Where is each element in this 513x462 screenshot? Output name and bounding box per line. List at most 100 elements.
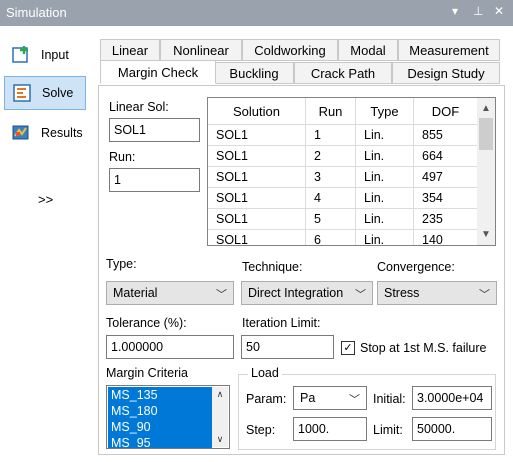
- convergence-label: Convergence:: [377, 260, 455, 274]
- cell-run: 3: [306, 167, 356, 188]
- load-group-title: Load: [248, 366, 282, 380]
- cell-dof: 497: [414, 167, 478, 188]
- column-header-dof[interactable]: DOF: [414, 98, 478, 125]
- solve-icon: [12, 83, 34, 103]
- linear-sol-label: Linear Sol:: [109, 100, 169, 114]
- type-select-value: Material: [113, 286, 158, 300]
- sidebar-item-results[interactable]: Results: [4, 116, 86, 150]
- window-title: Simulation: [6, 5, 67, 20]
- stop-at-failure-checkbox[interactable]: ✓: [341, 341, 355, 355]
- iteration-limit-field[interactable]: 50: [241, 335, 334, 359]
- chevron-down-icon: ﹀: [216, 289, 227, 301]
- list-item[interactable]: MS_135: [108, 387, 212, 403]
- convergence-select[interactable]: Stress ﹀: [377, 281, 497, 305]
- solution-grid[interactable]: Solution Run Type DOF SOL1 1 Lin. 855 SO…: [207, 97, 496, 246]
- tab-modal[interactable]: Modal: [338, 39, 398, 61]
- grid-header: Solution Run Type DOF: [208, 98, 478, 125]
- cell-type: Lin.: [356, 167, 414, 188]
- chevron-down-icon: ﹀: [349, 394, 360, 406]
- column-header-run[interactable]: Run: [306, 98, 356, 125]
- cell-type: Lin.: [356, 188, 414, 209]
- tab-nonlinear[interactable]: Nonlinear: [160, 39, 242, 61]
- scroll-down-icon[interactable]: ▼: [477, 226, 495, 243]
- tab-buckling[interactable]: Buckling: [214, 62, 294, 84]
- sidebar-item-label: Solve: [42, 86, 74, 100]
- run-field[interactable]: 1: [109, 168, 200, 192]
- initial-field[interactable]: 3.0000e+04: [412, 386, 492, 410]
- step-field[interactable]: 1000.: [293, 417, 367, 441]
- cell-run: 5: [306, 209, 356, 230]
- input-icon: [11, 45, 33, 65]
- scroll-up-icon[interactable]: ▲: [477, 100, 495, 117]
- cell-run: 4: [306, 188, 356, 209]
- cell-dof: 855: [414, 125, 478, 146]
- close-icon[interactable]: ✕: [494, 4, 504, 18]
- sidebar-item-label: Input: [41, 48, 69, 62]
- cell-solution: SOL1: [208, 209, 306, 230]
- cell-solution: SOL1: [208, 125, 306, 146]
- tolerance-label: Tolerance (%):: [106, 316, 187, 330]
- table-row[interactable]: SOL1 4 Lin. 354: [208, 188, 478, 209]
- grid-scrollbar[interactable]: ▲ ▼: [477, 98, 495, 245]
- margin-criteria-label: Margin Criteria: [106, 366, 188, 380]
- expand-more-button[interactable]: >>: [38, 192, 53, 207]
- list-item[interactable]: MS_95: [108, 435, 212, 448]
- results-icon: [11, 123, 33, 143]
- cell-dof: 354: [414, 188, 478, 209]
- sidebar-item-label: Results: [41, 126, 83, 140]
- cell-solution: SOL1: [208, 230, 306, 245]
- cell-solution: SOL1: [208, 188, 306, 209]
- initial-label: Initial:: [373, 392, 406, 406]
- limit-label: Limit:: [373, 423, 403, 437]
- chevron-down-icon: ﹀: [479, 289, 490, 301]
- cell-type: Lin.: [356, 209, 414, 230]
- sidebar-item-solve[interactable]: Solve: [4, 76, 86, 110]
- cell-solution: SOL1: [208, 167, 306, 188]
- list-scrollbar[interactable]: ∧ ∨: [212, 387, 228, 447]
- run-label: Run:: [109, 150, 136, 164]
- column-header-solution[interactable]: Solution: [208, 98, 306, 125]
- tab-design-study[interactable]: Design Study: [392, 62, 500, 84]
- chevron-down-icon: ﹀: [355, 289, 366, 301]
- cell-run: 1: [306, 125, 356, 146]
- step-label: Step:: [246, 423, 276, 437]
- cell-run: 6: [306, 230, 356, 245]
- cell-dof: 140: [414, 230, 478, 245]
- sidebar: Input Solve Results >>: [0, 26, 92, 462]
- table-row[interactable]: SOL1 3 Lin. 497: [208, 167, 478, 188]
- technique-label: Technique:: [242, 260, 303, 274]
- stop-at-failure-label: Stop at 1st M.S. failure: [360, 341, 487, 355]
- scroll-up-icon[interactable]: ∧: [212, 389, 228, 400]
- type-select[interactable]: Material ﹀: [106, 281, 234, 305]
- column-header-type[interactable]: Type: [356, 98, 414, 125]
- technique-select-value: Direct Integration: [248, 286, 344, 300]
- margin-criteria-list[interactable]: MS_135 MS_180 MS_90 MS_95 ∧ ∨: [106, 385, 230, 449]
- param-select[interactable]: Pa ﹀: [293, 386, 367, 410]
- cell-run: 2: [306, 146, 356, 167]
- limit-field[interactable]: 50000.: [412, 417, 492, 441]
- cell-type: Lin.: [356, 125, 414, 146]
- type-label: Type:: [106, 257, 137, 271]
- pin-icon[interactable]: ⊥: [473, 4, 483, 18]
- param-label: Param:: [246, 392, 287, 406]
- cell-type: Lin.: [356, 230, 414, 245]
- table-row[interactable]: SOL1 2 Lin. 664: [208, 146, 478, 167]
- scroll-down-icon[interactable]: ∨: [212, 434, 228, 445]
- cell-dof: 664: [414, 146, 478, 167]
- linear-sol-field[interactable]: SOL1: [109, 118, 200, 142]
- tab-margin-check[interactable]: Margin Check: [100, 60, 216, 84]
- list-item[interactable]: MS_90: [108, 419, 212, 435]
- table-row[interactable]: SOL1 1 Lin. 855: [208, 125, 478, 146]
- tab-coldworking[interactable]: Coldworking: [242, 39, 338, 61]
- tolerance-field[interactable]: 1.000000: [106, 335, 234, 359]
- dropdown-icon[interactable]: ▾: [452, 4, 458, 18]
- sidebar-item-input[interactable]: Input: [4, 38, 86, 72]
- table-row[interactable]: SOL1 5 Lin. 235: [208, 209, 478, 230]
- tab-crack-path[interactable]: Crack Path: [294, 62, 392, 84]
- scroll-thumb[interactable]: [479, 118, 493, 150]
- tab-linear[interactable]: Linear: [100, 39, 160, 61]
- list-item[interactable]: MS_180: [108, 403, 212, 419]
- tab-measurement[interactable]: Measurement: [398, 39, 500, 61]
- technique-select[interactable]: Direct Integration ﹀: [241, 281, 373, 305]
- table-row[interactable]: SOL1 6 Lin. 140: [208, 230, 478, 245]
